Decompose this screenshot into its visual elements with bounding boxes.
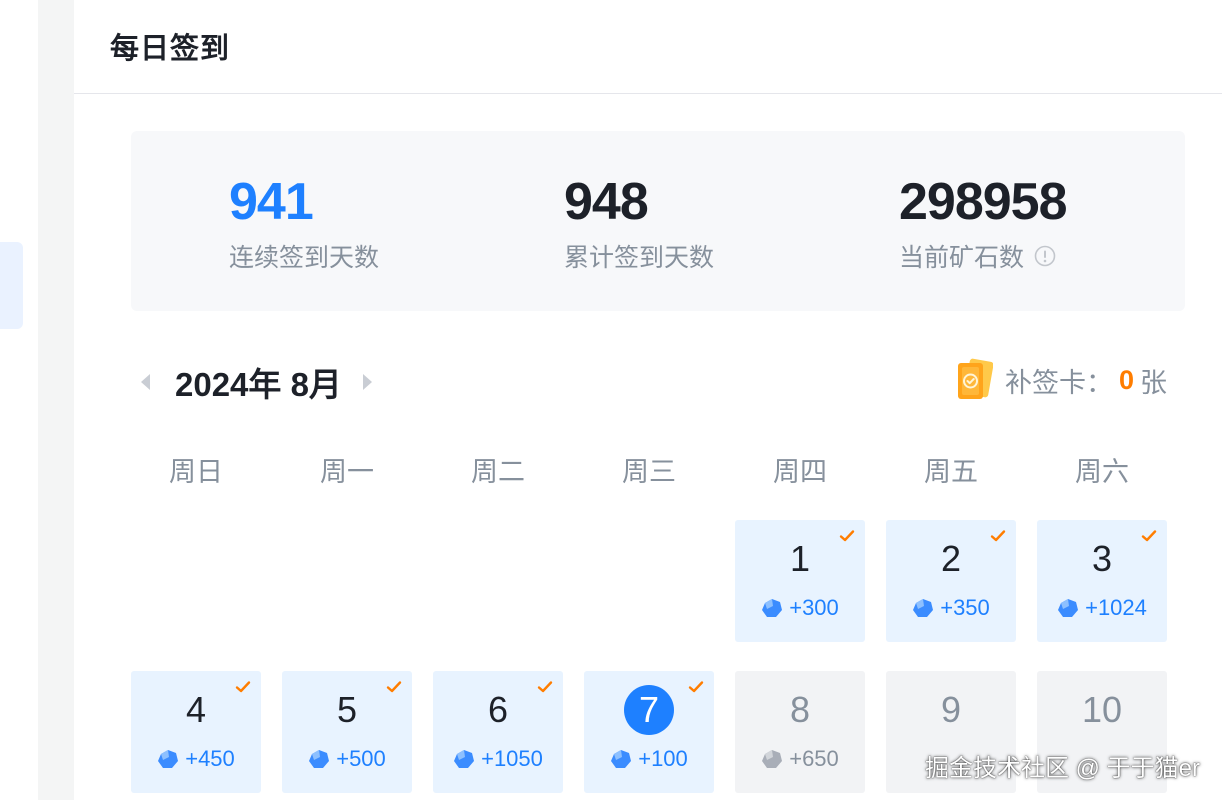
day-number: 8 [789,689,811,730]
day-number: 7 [584,685,714,735]
ore-gem-icon [309,750,330,768]
makeup-card-info: 补签卡： 0 张 [955,358,1167,402]
checkmark-icon [1141,530,1157,542]
stat-label: 连续签到天数 [229,244,380,272]
calendar-day[interactable]: 3 +1024 [1037,520,1167,642]
page-gutter [38,0,74,800]
day-reward: +300 [735,595,865,621]
stat-current-ore: 298958 当前矿石数 [899,171,1068,274]
ore-gem-icon [913,599,934,617]
weekday-label: 周三 [622,457,676,487]
weekday-label: 周四 [773,457,827,487]
ore-gem-icon [611,750,632,768]
makeup-card-label: 补签卡： [1004,367,1113,398]
left-rail-active-tab[interactable] [0,242,23,329]
checkin-panel: 每日签到 941 连续签到天数 948 累计签到天数 298958 当前矿石数 [74,0,1222,800]
day-reward: +450 [131,746,261,772]
stat-value: 941 [229,173,314,231]
stat-label: 当前矿石数 [899,244,1025,272]
month-label: 2024年 8月 [175,366,342,403]
weekday-label: 周六 [1075,457,1129,487]
reward-amount: +650 [789,746,839,771]
calendar-day[interactable]: 7 +100 [584,671,714,793]
weekday-label: 周日 [169,457,223,487]
day-number: 1 [789,538,811,579]
reward-amount: +100 [638,746,688,771]
stat-consecutive-days: 941 连续签到天数 [229,171,379,274]
calendar-day[interactable]: 8 +650 [735,671,865,793]
day-number: 10 [1081,689,1123,730]
ore-gem-icon [762,750,783,768]
info-icon[interactable] [1034,245,1056,267]
day-number: 6 [487,689,509,730]
calendar-day[interactable]: 4 +450 [131,671,261,793]
makeup-card-icon [957,358,993,399]
calendar-day[interactable]: 6 +1050 [433,671,563,793]
reward-amount: +450 [185,746,235,771]
checkmark-icon [537,681,553,693]
checkmark-icon [386,681,402,693]
left-rail [0,0,38,800]
day-number: 2 [940,538,962,579]
stat-total-days: 948 累计签到天数 [564,171,714,274]
reward-amount: +1024 [1085,595,1147,620]
ore-gem-icon [1058,599,1079,617]
reward-amount: +350 [940,595,990,620]
day-reward: +500 [282,746,412,772]
makeup-card-unit: 张 [1140,367,1167,398]
day-reward: +1050 [433,746,563,772]
checkmark-icon [839,530,855,542]
checkmark-icon [235,681,251,693]
day-reward: +100 [584,746,714,772]
calendar-day[interactable]: 1 +300 [735,520,865,642]
reward-amount: +300 [789,595,839,620]
day-reward: +350 [886,595,1016,621]
watermark-text: 掘金技术社区 @ 于于猫er [924,755,1200,782]
checkmark-icon [990,530,1006,542]
today-marker: 7 [624,685,674,735]
ore-gem-icon [454,750,475,768]
caret-left-icon [141,374,150,390]
panel-header: 每日签到 [74,0,1222,94]
next-month-button[interactable] [360,367,376,397]
page-title: 每日签到 [110,33,231,65]
weekday-label: 周一 [320,457,374,487]
day-number: 4 [185,689,207,730]
reward-amount: +500 [336,746,386,771]
day-number: 9 [940,689,962,730]
day-number: 3 [1091,538,1113,579]
day-number: 5 [336,689,358,730]
weekday-label: 周五 [924,457,978,487]
month-navigator: 2024年 8月 [137,358,376,406]
day-reward: +1024 [1037,595,1167,621]
prev-month-button[interactable] [137,367,153,397]
calendar-day[interactable]: 5 +500 [282,671,412,793]
ore-gem-icon [762,599,783,617]
reward-amount: +1050 [481,746,543,771]
makeup-card-count: 0 [1118,364,1134,395]
day-reward: +650 [735,746,865,772]
calendar-day[interactable]: 2 +350 [886,520,1016,642]
stat-label: 累计签到天数 [564,244,715,272]
stat-value: 948 [564,173,649,231]
weekday-label: 周二 [471,457,525,487]
stats-card: 941 连续签到天数 948 累计签到天数 298958 当前矿石数 [131,131,1185,311]
caret-right-icon [362,374,372,390]
stat-value: 298958 [899,173,1068,231]
checkmark-icon [688,681,704,693]
ore-gem-icon [158,750,179,768]
